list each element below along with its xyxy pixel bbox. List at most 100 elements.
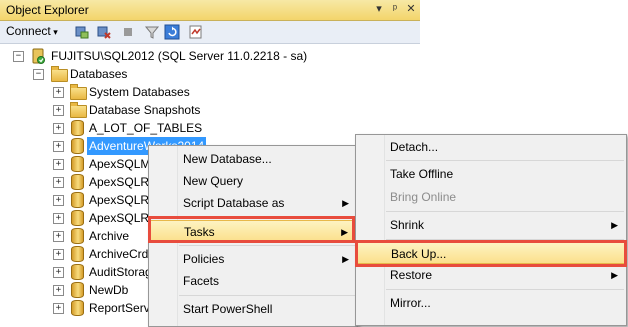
pin-icon[interactable]: ᵖ xyxy=(388,2,402,16)
menu-item-label: Take Offline xyxy=(390,167,454,181)
disconnect-icon[interactable] xyxy=(96,24,112,40)
tree-item-label: System Databases xyxy=(89,85,190,99)
tree-item-label: ApexSQLRe xyxy=(89,193,156,207)
tree-item-label: A_LOT_OF_TABLES xyxy=(89,121,203,135)
menu-item-new-query[interactable]: New Query xyxy=(149,170,357,192)
database-icon xyxy=(71,264,84,280)
refresh-icon[interactable] xyxy=(164,24,180,40)
menu-item-label: Script Database as xyxy=(183,196,285,210)
tree-item-label: ApexSQLM xyxy=(89,157,151,171)
tree-row-databases[interactable]: − Databases xyxy=(0,65,420,83)
tree-row[interactable]: + ApexSQLRe xyxy=(0,191,156,209)
submenu-arrow-icon: ▶ xyxy=(611,220,618,230)
server-label: FUJITSU\SQL2012 (SQL Server 11.0.2218 - … xyxy=(51,49,308,63)
submenu-arrow-icon: ▶ xyxy=(342,198,349,208)
folder-icon xyxy=(70,102,87,118)
tasks-submenu: Detach... Take Offline Bring Online Shri… xyxy=(355,134,627,326)
expand-icon[interactable]: + xyxy=(53,105,64,116)
menu-item-start-powershell[interactable]: Start PowerShell xyxy=(149,298,357,320)
folder-icon xyxy=(70,84,87,100)
menu-item-label: Detach... xyxy=(390,140,439,154)
tree-row[interactable]: + ApexSQLRe xyxy=(0,173,156,191)
database-icon xyxy=(71,282,84,298)
tree-item-label: ArchiveCrd xyxy=(89,247,149,261)
filter-icon[interactable] xyxy=(144,24,160,40)
menu-item-label: Mirror... xyxy=(390,296,431,310)
menu-item-label: New Database... xyxy=(183,152,272,166)
menu-separator xyxy=(179,245,355,246)
database-icon xyxy=(71,210,84,226)
tree-row[interactable]: + AuditStorag xyxy=(0,263,152,281)
menu-item-script-database-as[interactable]: Script Database as ▶ xyxy=(149,192,357,214)
tree-row-server[interactable]: − FUJITSU\SQL2012 (SQL Server 11.0.2218 … xyxy=(0,47,420,65)
close-icon[interactable]: ✕ xyxy=(404,2,418,16)
tree-item-label: Archive xyxy=(89,229,130,243)
database-icon xyxy=(71,138,84,154)
expand-icon[interactable]: + xyxy=(53,267,64,278)
databases-folder-label: Databases xyxy=(70,67,128,81)
tree-row[interactable]: + ReportServ xyxy=(0,299,150,317)
tree-row[interactable]: + ArchiveCrd xyxy=(0,245,150,263)
submenu-arrow-icon: ▶ xyxy=(342,254,349,264)
tree-item-label: ApexSQLRe xyxy=(89,175,156,189)
tree-item-label: NewDb xyxy=(89,283,129,297)
dropdown-icon[interactable]: ▾ xyxy=(372,2,386,16)
database-icon xyxy=(71,246,84,262)
activity-monitor-icon[interactable] xyxy=(188,24,204,40)
collapse-icon[interactable]: − xyxy=(13,51,24,62)
expand-icon[interactable]: + xyxy=(53,141,64,152)
expand-icon[interactable]: + xyxy=(53,303,64,314)
server-icon xyxy=(30,48,46,64)
menu-item-shrink[interactable]: Shrink ▶ xyxy=(356,214,626,236)
tree-row[interactable]: + ApexSQLRe xyxy=(0,209,156,227)
menu-item-mirror[interactable]: Mirror... xyxy=(356,292,626,314)
expand-icon[interactable]: + xyxy=(53,213,64,224)
menu-separator xyxy=(179,295,355,296)
menu-item-facets[interactable]: Facets xyxy=(149,270,357,292)
expand-icon[interactable]: + xyxy=(53,123,64,134)
tree-row[interactable]: + NewDb xyxy=(0,281,150,299)
menu-item-take-offline[interactable]: Take Offline xyxy=(356,163,626,185)
expand-icon[interactable]: + xyxy=(53,231,64,242)
collapse-icon[interactable]: − xyxy=(33,69,44,80)
database-icon xyxy=(71,174,84,190)
database-icon xyxy=(71,228,84,244)
menu-item-label: Facets xyxy=(183,274,220,288)
expand-icon[interactable]: + xyxy=(53,285,64,296)
folder-icon xyxy=(51,66,68,82)
menu-item-restore[interactable]: Restore ▶ xyxy=(356,264,626,286)
database-icon xyxy=(71,120,84,136)
tree-row[interactable]: + Database Snapshots xyxy=(0,101,420,119)
connect-button[interactable]: Connect ▾ xyxy=(6,24,58,38)
database-icon xyxy=(71,192,84,208)
expand-icon[interactable]: + xyxy=(53,249,64,260)
tree-row[interactable]: + ApexSQLM xyxy=(0,155,150,173)
object-explorer-toolbar: Connect ▾ xyxy=(0,21,420,44)
tree-row[interactable]: + System Databases xyxy=(0,83,420,101)
menu-item-bring-online: Bring Online xyxy=(356,186,626,208)
connect-server-icon[interactable] xyxy=(74,24,90,40)
tree-item-label: ReportServ xyxy=(89,301,150,315)
expand-icon[interactable]: + xyxy=(53,195,64,206)
menu-item-policies[interactable]: Policies ▶ xyxy=(149,248,357,270)
menu-item-new-database[interactable]: New Database... xyxy=(149,148,357,170)
menu-separator xyxy=(386,211,624,212)
menu-item-label: New Query xyxy=(183,174,244,188)
tree-item-label: AuditStorag xyxy=(89,265,152,279)
menu-item-label: Policies xyxy=(183,252,225,266)
tree-row[interactable]: + Archive xyxy=(0,227,150,245)
database-icon xyxy=(71,156,84,172)
expand-icon[interactable]: + xyxy=(53,87,64,98)
stop-icon[interactable] xyxy=(120,24,136,40)
menu-separator xyxy=(386,160,624,161)
back-up-highlight-box xyxy=(355,240,627,267)
menu-item-detach[interactable]: Detach... xyxy=(356,136,626,158)
menu-item-label: Bring Online xyxy=(390,190,457,204)
expand-icon[interactable]: + xyxy=(53,159,64,170)
connect-label: Connect xyxy=(6,24,51,38)
tasks-highlight-box xyxy=(148,216,355,243)
tree-item-label: ApexSQLRe xyxy=(89,211,156,225)
expand-icon[interactable]: + xyxy=(53,177,64,188)
object-explorer-titlebar: Object Explorer ▾ ᵖ ✕ xyxy=(0,0,420,21)
menu-separator xyxy=(386,289,624,290)
